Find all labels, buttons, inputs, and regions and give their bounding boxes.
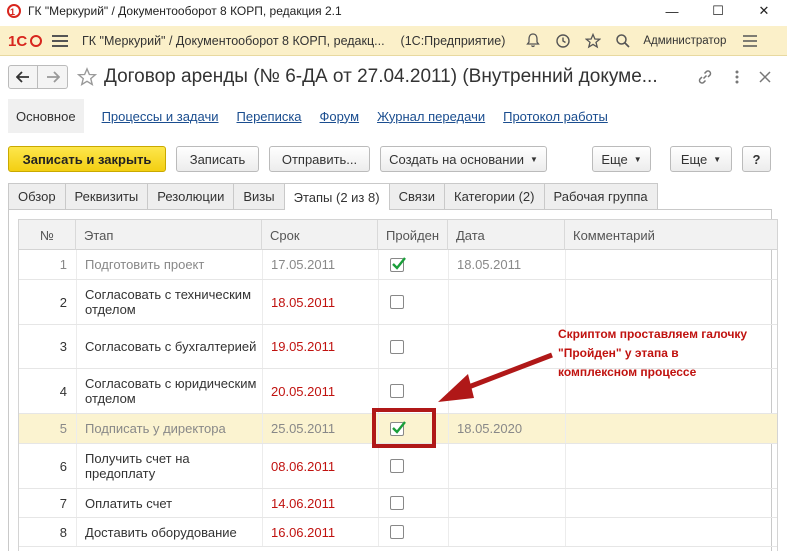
annotation-arrow-icon [438, 352, 553, 402]
annotation-line: Скриптом проставляем галочку [558, 327, 748, 341]
annotation-highlight-box [372, 408, 436, 448]
annotation-note: Скриптом проставляем галочку "Пройден" у… [558, 325, 758, 382]
annotation-line: "Пройден" у этапа в [558, 346, 679, 360]
annotation-line: комплексном процессе [558, 365, 697, 379]
